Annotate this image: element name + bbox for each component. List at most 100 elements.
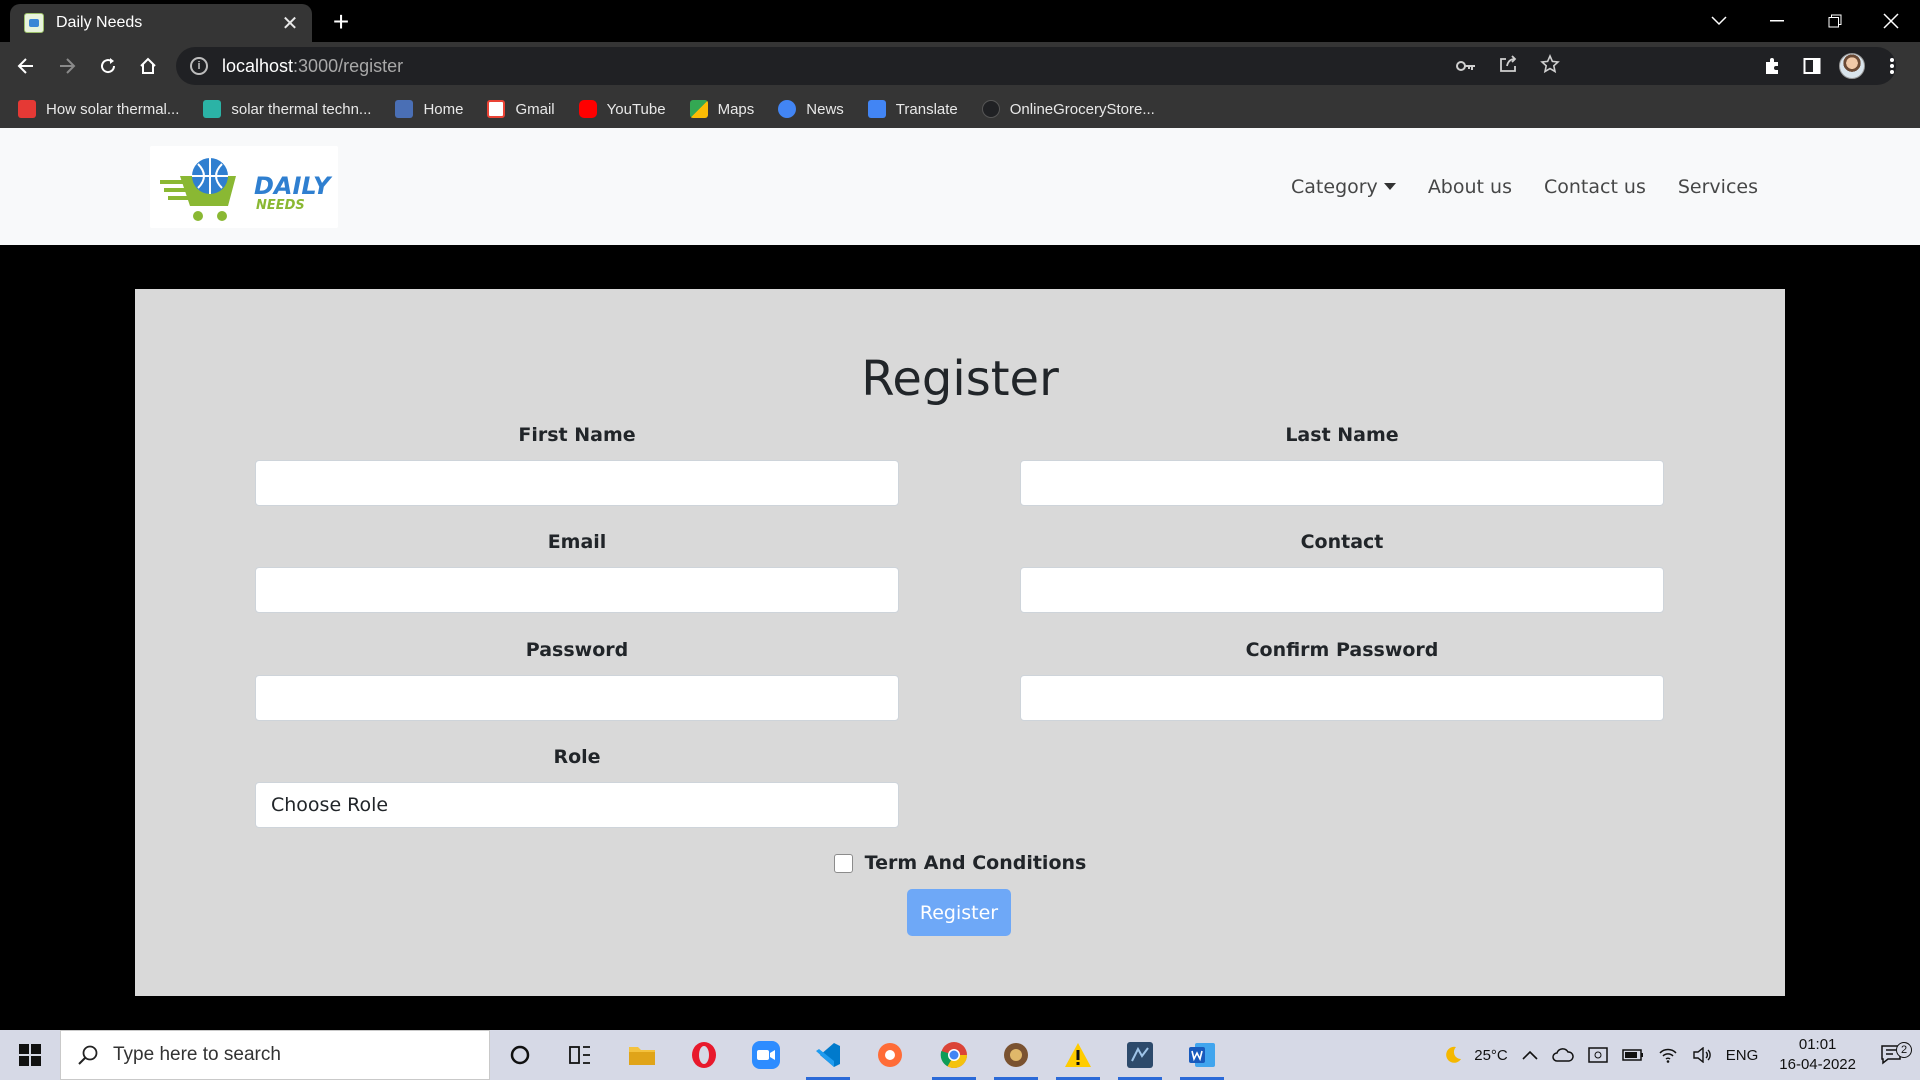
caret-down-icon bbox=[1383, 183, 1396, 190]
taskbar-clock[interactable]: 01:01 16-04-2022 bbox=[1765, 1035, 1870, 1075]
chrome-icon[interactable] bbox=[926, 1030, 982, 1080]
bookmark-item[interactable]: Maps bbox=[689, 100, 754, 118]
first-name-label: First Name bbox=[518, 424, 636, 446]
site-favicon-icon bbox=[24, 13, 44, 33]
notification-badge: 2 bbox=[1896, 1042, 1912, 1058]
confirm-password-input[interactable] bbox=[1020, 675, 1664, 721]
search-placeholder: Type here to search bbox=[113, 1044, 281, 1065]
last-name-input[interactable] bbox=[1020, 460, 1664, 506]
email-input[interactable] bbox=[255, 567, 899, 613]
side-panel-icon[interactable] bbox=[1796, 50, 1828, 82]
bookmark-label: OnlineGroceryStore... bbox=[1009, 100, 1155, 118]
mysql-workbench-icon[interactable] bbox=[1112, 1030, 1168, 1080]
bookmark-star-icon[interactable] bbox=[1540, 54, 1560, 78]
address-bar[interactable]: i localhost:3000/register bbox=[176, 47, 1896, 85]
notification-center-icon[interactable]: 2 bbox=[1870, 1042, 1920, 1066]
new-tab-button[interactable]: + bbox=[324, 6, 358, 40]
logo-text-daily: DAILY bbox=[254, 172, 331, 200]
app-icon[interactable] bbox=[988, 1030, 1044, 1080]
restore-button[interactable] bbox=[1806, 0, 1864, 42]
wifi-icon[interactable] bbox=[1651, 1047, 1685, 1063]
extensions-puzzle-icon[interactable] bbox=[1756, 50, 1788, 82]
password-group: Password bbox=[255, 639, 899, 721]
bookmark-item[interactable]: How solar thermal... bbox=[18, 100, 179, 118]
globe-icon bbox=[981, 100, 1000, 118]
volume-icon[interactable] bbox=[1685, 1047, 1719, 1063]
last-name-label: Last Name bbox=[1285, 424, 1399, 446]
share-icon[interactable] bbox=[1498, 54, 1518, 78]
bookmark-favicon-icon bbox=[395, 100, 414, 118]
password-input[interactable] bbox=[255, 675, 899, 721]
bookmark-label: How solar thermal... bbox=[46, 100, 180, 118]
profile-avatar[interactable] bbox=[1836, 50, 1868, 82]
bookmark-item[interactable]: solar thermal techn... bbox=[203, 100, 371, 118]
bookmark-item[interactable]: OnlineGroceryStore... bbox=[981, 100, 1155, 118]
tab-search-icon[interactable] bbox=[1690, 0, 1748, 42]
cloud-icon[interactable] bbox=[1545, 1048, 1581, 1062]
home-icon[interactable] bbox=[132, 50, 164, 82]
nav-contact-us[interactable]: Contact us bbox=[1544, 176, 1646, 198]
key-icon[interactable] bbox=[1456, 57, 1476, 76]
weather-widget[interactable]: 25°C bbox=[1435, 1044, 1515, 1066]
taskbar-search-input[interactable]: Type here to search bbox=[60, 1030, 490, 1080]
site-navbar: DAILY NEEDS Category About us Contact us… bbox=[0, 128, 1920, 245]
postman-icon[interactable] bbox=[862, 1030, 918, 1080]
maps-icon bbox=[689, 100, 708, 118]
bookmarks-bar: How solar thermal... solar thermal techn… bbox=[0, 90, 1920, 128]
role-label: Role bbox=[553, 746, 601, 768]
file-explorer-icon[interactable] bbox=[614, 1030, 670, 1080]
nav-about-us[interactable]: About us bbox=[1428, 176, 1512, 198]
contact-input[interactable] bbox=[1020, 567, 1664, 613]
nav-category-dropdown[interactable]: Category bbox=[1291, 176, 1396, 198]
windows-taskbar: Type here to search 25°C ENG 01:01 16-04… bbox=[0, 1030, 1920, 1080]
site-info-icon[interactable]: i bbox=[190, 57, 208, 75]
nav-label: About us bbox=[1427, 175, 1512, 198]
news-icon bbox=[778, 100, 797, 118]
minimize-button[interactable] bbox=[1748, 0, 1806, 42]
task-view-icon[interactable] bbox=[552, 1030, 608, 1080]
bookmark-item[interactable]: News bbox=[778, 100, 844, 118]
meet-now-icon[interactable] bbox=[1581, 1046, 1615, 1064]
bookmark-item[interactable]: YouTube bbox=[578, 100, 666, 118]
main-menu: Category About us Contact us Services bbox=[1291, 128, 1758, 245]
bookmark-label: Translate bbox=[895, 100, 958, 118]
nav-services[interactable]: Services bbox=[1678, 176, 1758, 198]
register-button[interactable]: Register bbox=[907, 889, 1011, 936]
word-icon[interactable] bbox=[1174, 1030, 1230, 1080]
first-name-group: First Name bbox=[255, 424, 899, 506]
vscode-icon[interactable] bbox=[800, 1030, 856, 1080]
tab-close-icon[interactable]: ✕ bbox=[280, 11, 300, 35]
opera-icon[interactable] bbox=[676, 1030, 732, 1080]
terms-label[interactable]: Term And Conditions bbox=[865, 852, 1087, 874]
bookmark-label: Gmail bbox=[515, 100, 555, 118]
email-group: Email bbox=[255, 531, 899, 613]
clock-date: 16-04-2022 bbox=[1779, 1056, 1856, 1073]
back-arrow-icon[interactable] bbox=[10, 50, 42, 82]
role-select[interactable]: Choose Role bbox=[255, 782, 899, 828]
chevron-up-icon[interactable] bbox=[1515, 1050, 1545, 1060]
terms-checkbox[interactable] bbox=[833, 853, 853, 873]
bookmark-item[interactable]: Home bbox=[395, 100, 463, 118]
confirm-password-label: Confirm Password bbox=[1245, 639, 1439, 661]
browser-menu-icon[interactable] bbox=[1876, 50, 1908, 82]
zoom-icon[interactable] bbox=[738, 1030, 794, 1080]
battery-icon[interactable] bbox=[1615, 1049, 1651, 1061]
browser-tab[interactable]: Daily Needs ✕ bbox=[10, 4, 312, 42]
site-logo[interactable]: DAILY NEEDS bbox=[150, 146, 338, 228]
close-window-button[interactable] bbox=[1862, 0, 1920, 42]
windows-start-icon[interactable] bbox=[0, 1030, 60, 1080]
browser-tab-strip: Daily Needs ✕ + bbox=[0, 0, 1920, 42]
language-indicator[interactable]: ENG bbox=[1719, 1047, 1766, 1064]
gmail-icon bbox=[487, 100, 506, 118]
bookmark-label: Home bbox=[423, 100, 464, 118]
url-text[interactable]: localhost:3000/register bbox=[222, 56, 403, 77]
reload-icon[interactable] bbox=[92, 50, 124, 82]
first-name-input[interactable] bbox=[255, 460, 899, 506]
bookmark-item[interactable]: Gmail bbox=[487, 100, 555, 118]
cortana-icon[interactable] bbox=[492, 1030, 548, 1080]
forward-arrow-icon[interactable] bbox=[51, 50, 83, 82]
address-bar-actions bbox=[1456, 47, 1580, 85]
bookmark-item[interactable]: Translate bbox=[867, 100, 958, 118]
logo-text-needs: NEEDS bbox=[256, 198, 305, 213]
warning-icon[interactable] bbox=[1050, 1030, 1106, 1080]
